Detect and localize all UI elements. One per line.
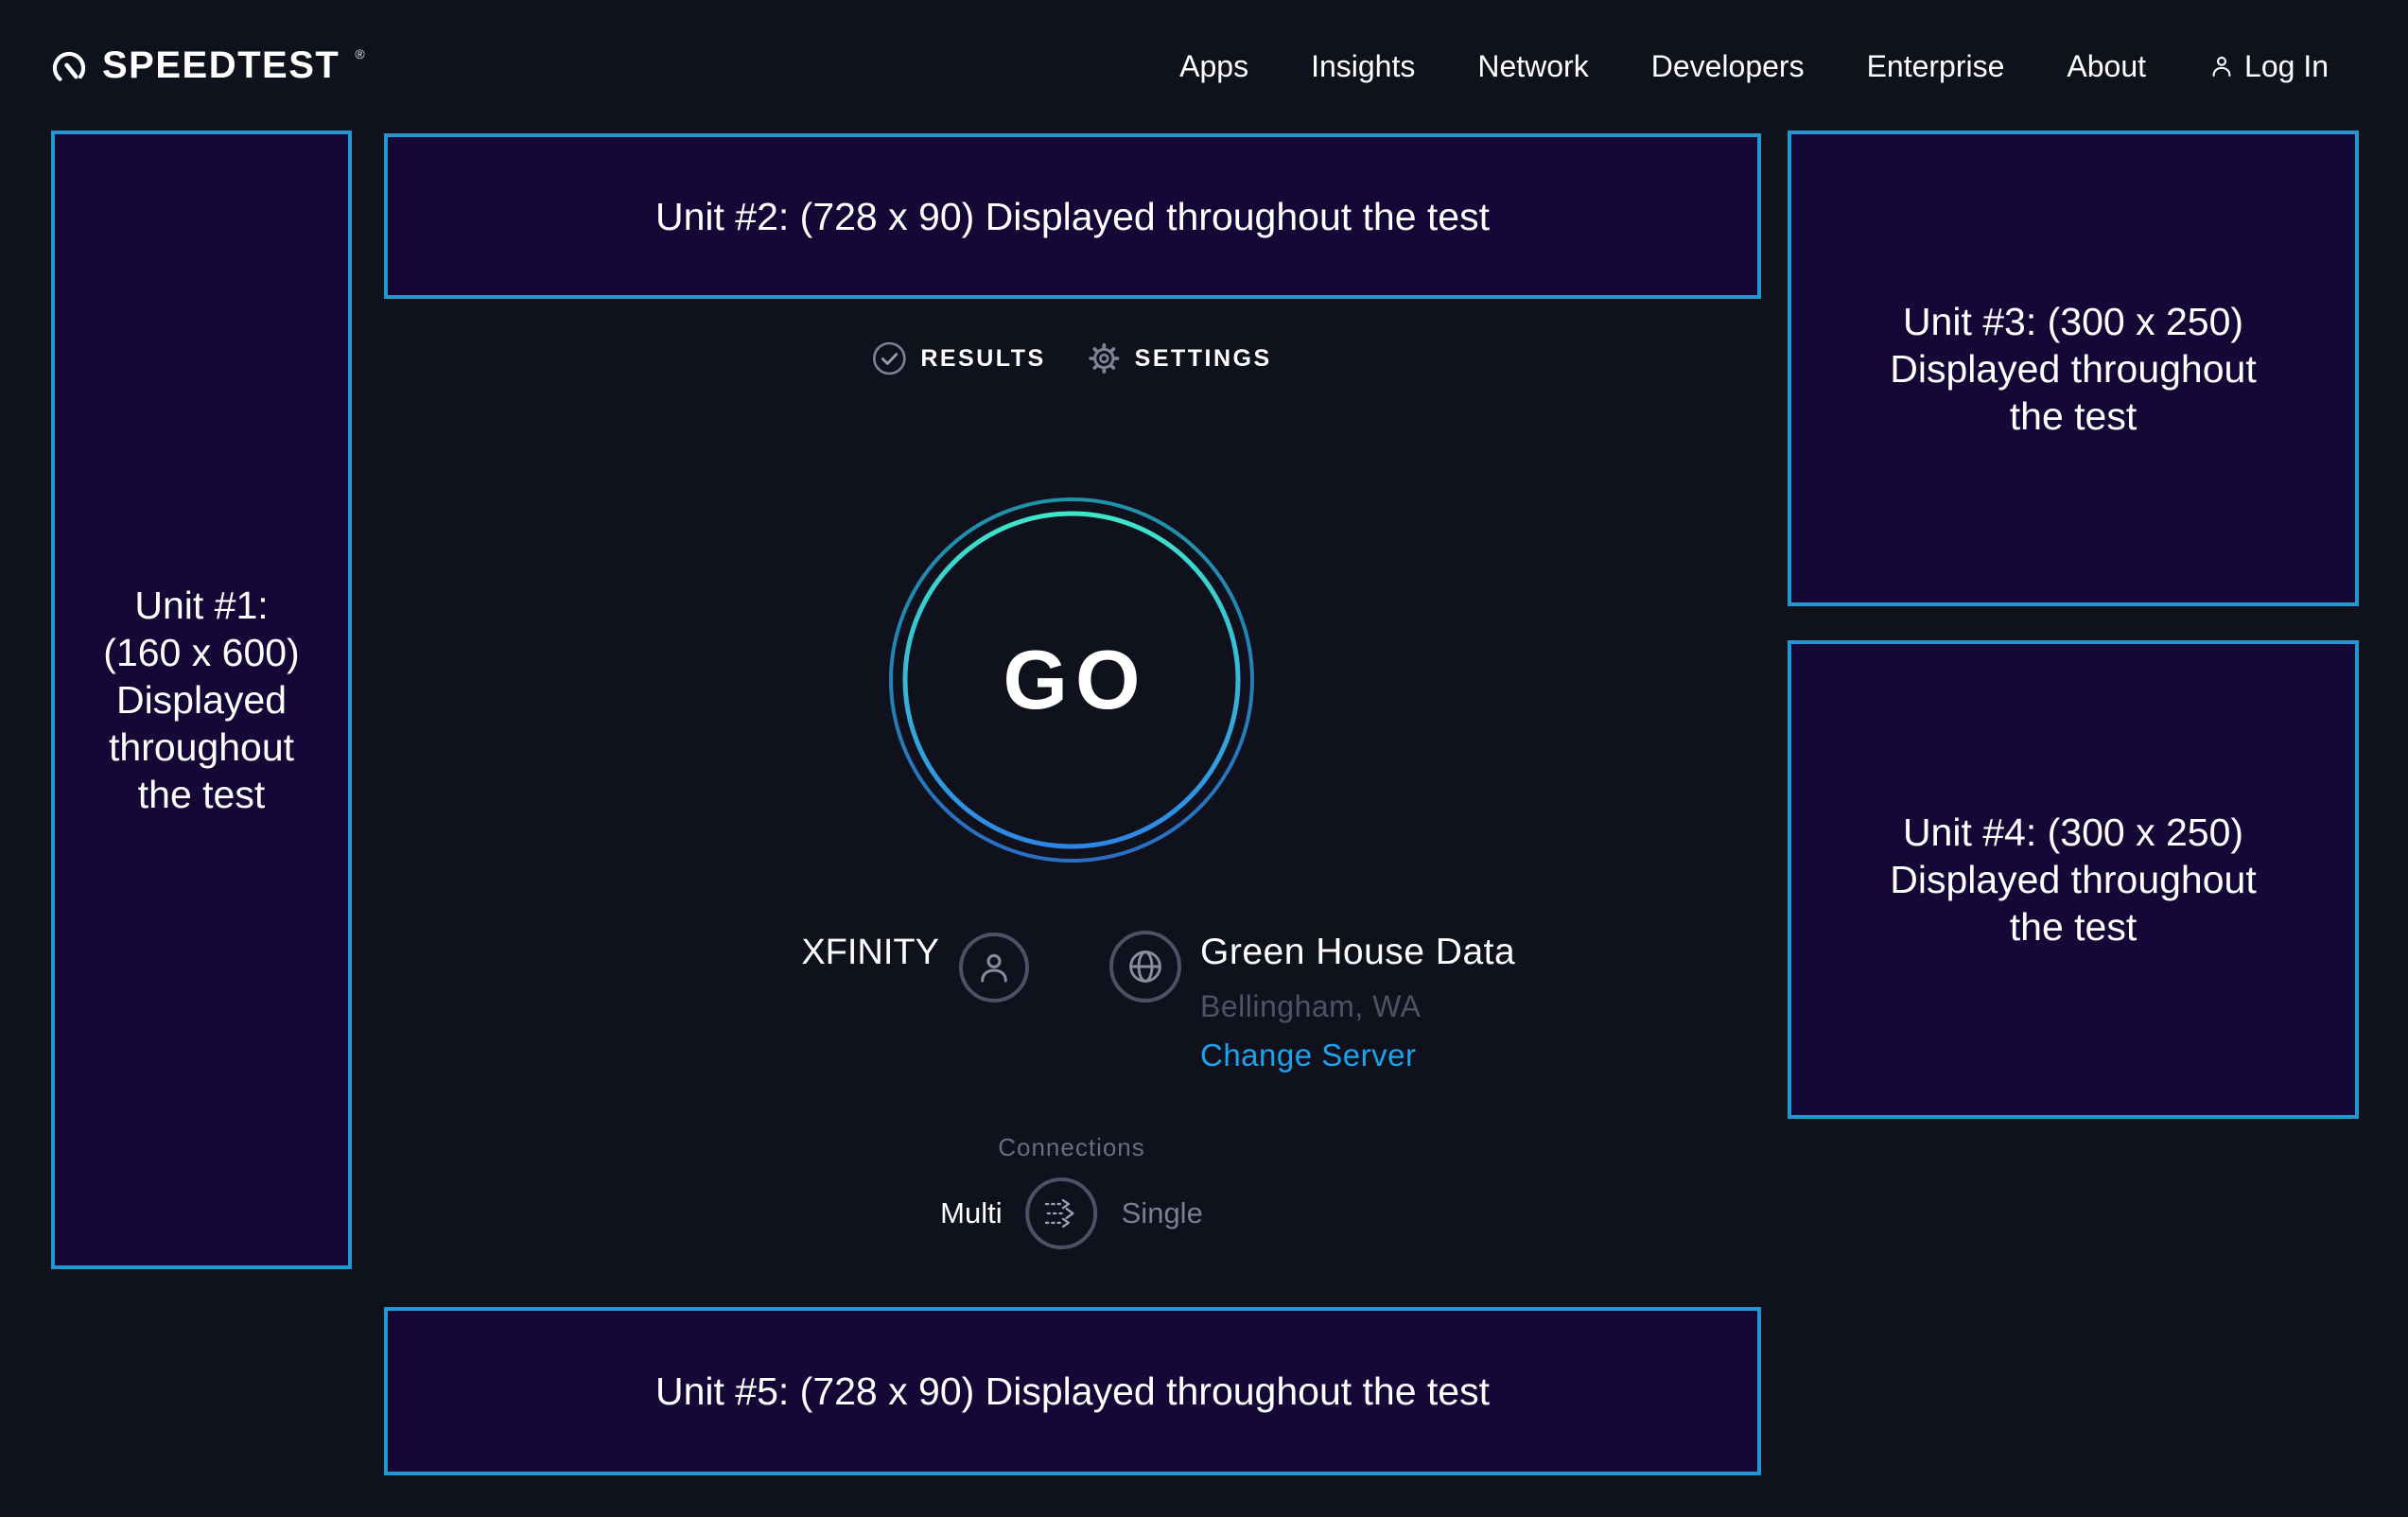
person-icon: [2208, 53, 2235, 79]
isp-ip-redacted: [738, 992, 939, 1018]
login-label: Log In: [2244, 49, 2329, 84]
tabs-bar: RESULTS SETTINGS: [871, 340, 1271, 376]
connections-multi-option[interactable]: Multi: [940, 1196, 1002, 1230]
ad-unit-1-text: Unit #1: (160 x 600) Displayed throughou…: [103, 582, 299, 818]
ad-unit-4[interactable]: Unit #4: (300 x 250) Displayed throughou…: [1788, 640, 2359, 1119]
ad-unit-2-text: Unit #2: (728 x 90) Displayed throughout…: [655, 193, 1490, 240]
nav-item-about[interactable]: About: [2067, 49, 2146, 84]
connections-label: Connections: [998, 1133, 1145, 1162]
ad-unit-5[interactable]: Unit #5: (728 x 90) Displayed throughout…: [384, 1307, 1761, 1475]
settings-label: SETTINGS: [1135, 345, 1272, 373]
connections-single-option[interactable]: Single: [1122, 1196, 1203, 1230]
results-label: RESULTS: [920, 345, 1045, 373]
multi-connections-icon: [1037, 1188, 1088, 1239]
nav-item-network[interactable]: Network: [1477, 49, 1588, 84]
speedtest-logo[interactable]: SPEEDTEST ®: [49, 44, 365, 88]
top-nav: SPEEDTEST ® Apps Insights Network Develo…: [49, 0, 2329, 132]
nav-links: Apps Insights Network Developers Enterpr…: [1179, 49, 2329, 84]
go-label: GO: [882, 491, 1261, 869]
ad-unit-1[interactable]: Unit #1: (160 x 600) Displayed throughou…: [51, 131, 352, 1269]
ad-unit-2[interactable]: Unit #2: (728 x 90) Displayed throughout…: [384, 133, 1761, 299]
person-icon: [975, 949, 1013, 986]
results-tab[interactable]: RESULTS: [871, 340, 1045, 376]
speedtest-page: SPEEDTEST ® Apps Insights Network Develo…: [0, 0, 2408, 1517]
nav-item-developers[interactable]: Developers: [1651, 49, 1805, 84]
go-button[interactable]: GO: [882, 491, 1261, 869]
server-globe-circle: [1109, 931, 1181, 1003]
logo-trademark: ®: [355, 46, 364, 61]
speedometer-icon: [49, 48, 89, 88]
ad-unit-5-text: Unit #5: (728 x 90) Displayed throughout…: [655, 1368, 1490, 1415]
nav-item-apps[interactable]: Apps: [1179, 49, 1248, 84]
settings-tab[interactable]: SETTINGS: [1088, 341, 1272, 375]
change-server-link[interactable]: Change Server: [1200, 1037, 1416, 1073]
globe-icon: [1125, 946, 1166, 987]
gear-icon: [1088, 341, 1122, 375]
isp-avatar-circle: [959, 933, 1029, 1003]
connections-row: Multi Single: [940, 1177, 1203, 1249]
server-name: Green House Data: [1200, 932, 1515, 973]
ad-unit-4-text: Unit #4: (300 x 250) Displayed throughou…: [1890, 809, 2256, 950]
connections-toggle[interactable]: [1026, 1177, 1098, 1249]
logo-text: SPEEDTEST: [102, 44, 340, 86]
ad-unit-3[interactable]: Unit #3: (300 x 250) Displayed throughou…: [1788, 131, 2359, 606]
login-button[interactable]: Log In: [2208, 49, 2329, 84]
server-location: Bellingham, WA: [1200, 989, 1421, 1024]
isp-name: XFINITY: [662, 933, 939, 973]
nav-item-insights[interactable]: Insights: [1311, 49, 1415, 84]
check-circle-icon: [871, 340, 907, 376]
ad-unit-3-text: Unit #3: (300 x 250) Displayed throughou…: [1890, 298, 2256, 440]
nav-item-enterprise[interactable]: Enterprise: [1867, 49, 2005, 84]
